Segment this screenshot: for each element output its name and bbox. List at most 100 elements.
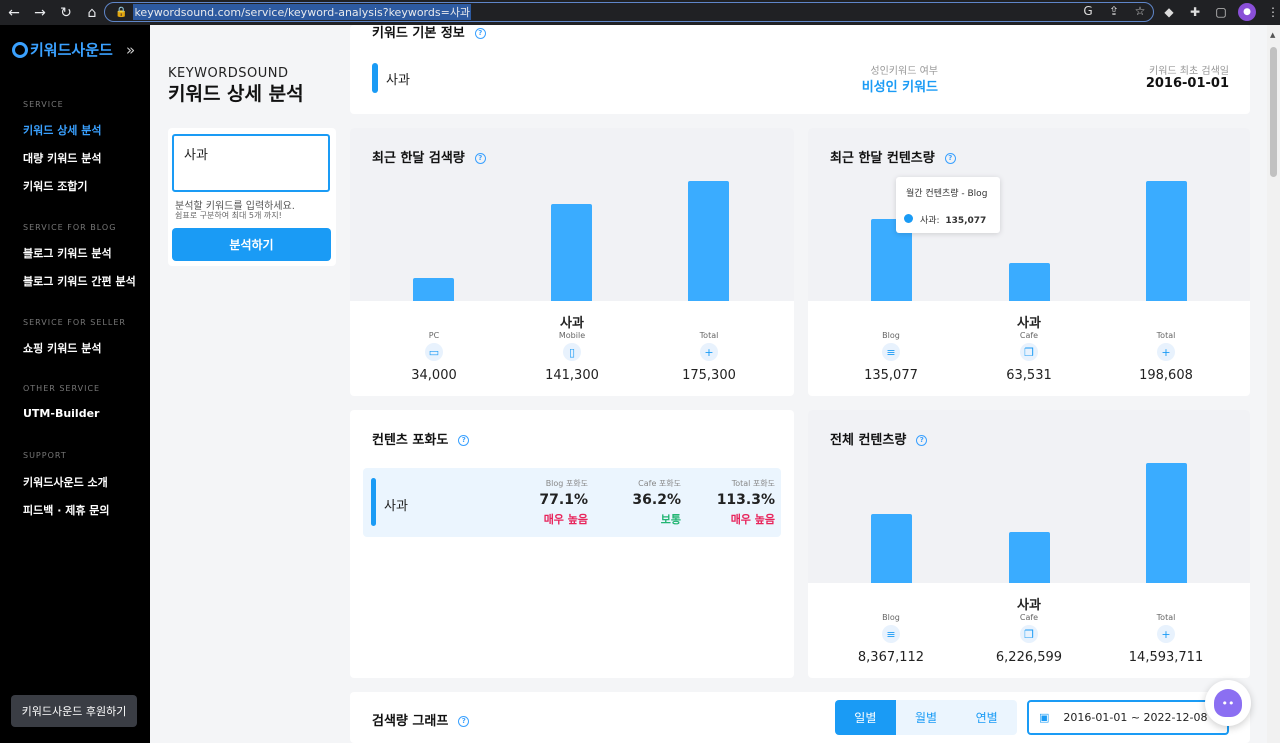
date-range-picker[interactable]: ▣ 2016-01-01 ~ 2022-12-08	[1027, 700, 1229, 735]
stat-label-cafe: Cafe	[1019, 613, 1039, 622]
keyword-basic-info-card: 키워드 기본 정보? 사과 성인키워드 여부 비성인 키워드 키워드 최초 검색…	[350, 25, 1250, 114]
back-icon[interactable]: ←	[2, 1, 26, 25]
content-volume-card: 최근 한달 컨텐츠량? 사과 Blog Cafe Total ≡ ❐ + 135…	[808, 128, 1250, 396]
bar-mobile[interactable]	[551, 204, 592, 301]
search-volume-title: 최근 한달 검색량?	[372, 147, 486, 166]
collapse-sidebar-icon[interactable]: »	[126, 41, 135, 59]
first-search-value: 2016-01-01	[1145, 76, 1229, 91]
search-card: 사과 분석할 키워드를 입력하세요. 쉼표로 구분하여 최대 5개 까지! 분석…	[168, 128, 336, 266]
copy-icon: ❐	[1020, 343, 1038, 361]
help-icon[interactable]: ?	[944, 153, 956, 164]
period-yearly-button[interactable]: 연별	[956, 700, 1017, 735]
total-content-chart: 전체 컨텐츠량?	[808, 410, 1250, 583]
sidebar-item-about[interactable]: 키워드사운드 소개	[23, 474, 108, 490]
section-service: SERVICE	[23, 100, 64, 109]
search-volume-card: 최근 한달 검색량? 사과 PC Mobile Total ▭ ▯ + 34,0…	[350, 128, 794, 396]
bar-total[interactable]	[1146, 463, 1187, 583]
help-icon[interactable]: ?	[458, 435, 470, 446]
total-saturation: Total 포화도 113.3% 매우 높음	[703, 478, 775, 527]
bar-total[interactable]	[1146, 181, 1187, 301]
period-monthly-button[interactable]: 월별	[895, 700, 957, 735]
sponsor-button[interactable]: 키워드사운드 후원하기	[11, 695, 137, 727]
section-other: OTHER SERVICE	[23, 384, 101, 393]
stat-label-total: Total	[1156, 613, 1176, 622]
menu-dots-icon[interactable]: ⋮	[1264, 3, 1280, 21]
file-plus-icon: +	[1157, 625, 1175, 643]
adult-value: 비성인 키워드	[861, 80, 938, 95]
home-icon[interactable]: ⌂	[80, 1, 104, 25]
total-content-keyword: 사과	[1017, 598, 1041, 613]
blog-saturation: Blog 포화도 77.1% 매우 높음	[523, 478, 588, 527]
search-volume-chart: 최근 한달 검색량?	[350, 128, 794, 301]
sidebar-item-keyword-combiner[interactable]: 키워드 조합기	[23, 178, 88, 194]
section-seller: SERVICE FOR SELLER	[23, 318, 126, 327]
basic-keyword: 사과	[386, 73, 410, 88]
page-scrollbar[interactable]: ▲	[1267, 25, 1280, 743]
bar-cafe[interactable]	[1009, 263, 1050, 301]
sidebar-item-keyword-detail[interactable]: 키워드 상세 분석	[23, 122, 102, 138]
chart-tooltip: 월간 컨텐츠량 - Blog 사과: 135,077	[896, 177, 1000, 233]
tooltip-series-dot	[904, 214, 913, 223]
stat-value-pc: 34,000	[411, 368, 457, 383]
sidebar-item-blog-keyword[interactable]: 블로그 키워드 분석	[23, 245, 112, 261]
bookmark-star-icon[interactable]: ☆	[1132, 4, 1148, 18]
stat-label-pc: PC	[428, 331, 440, 340]
google-icon[interactable]: G	[1080, 4, 1096, 18]
stat-label-blog: Blog	[882, 613, 900, 622]
monitor-icon: ▭	[425, 343, 443, 361]
tooltip-value: 사과: 135,077	[920, 216, 987, 226]
total-content-card: 전체 컨텐츠량? 사과 Blog Cafe Total ≡ ❐ + 8,367,…	[808, 410, 1250, 678]
content-volume-keyword: 사과	[1017, 316, 1041, 331]
sidebar-item-utm-builder[interactable]: UTM-Builder	[23, 407, 99, 420]
basic-info-title: 키워드 기본 정보?	[372, 25, 486, 41]
keyword-input[interactable]: 사과	[172, 134, 330, 192]
url-text: keywordsound.com/service/keyword-analysi…	[133, 4, 472, 20]
document-icon: ≡	[882, 343, 900, 361]
sidebar-item-bulk-keyword[interactable]: 대량 키워드 분석	[23, 150, 102, 166]
site-logo[interactable]: 키워드사운드	[12, 39, 113, 60]
bar-total[interactable]	[688, 181, 729, 301]
browser-toolbar: ← → ↻ ⌂ 🔒 keywordsound.com/service/keywo…	[0, 0, 1280, 25]
period-daily-button[interactable]: 일별	[835, 700, 896, 735]
forward-icon[interactable]: →	[28, 1, 52, 25]
scrollbar-thumb[interactable]	[1270, 47, 1277, 177]
help-icon[interactable]: ?	[458, 716, 470, 727]
grade-total: 매우 높음	[730, 513, 775, 526]
sidebar-item-feedback[interactable]: 피드백 · 제휴 문의	[23, 502, 110, 518]
puzzle-icon[interactable]: ✚	[1186, 3, 1204, 21]
stat-value-total: 14,593,711	[1128, 650, 1204, 665]
stat-value-cafe: 6,226,599	[995, 650, 1063, 665]
analyze-button[interactable]: 분석하기	[172, 228, 331, 261]
help-icon[interactable]: ?	[474, 28, 486, 39]
file-plus-icon: +	[1157, 343, 1175, 361]
date-range-text: 2016-01-01 ~ 2022-12-08	[1063, 711, 1208, 724]
page-title: 키워드 상세 분석	[168, 83, 304, 105]
reload-icon[interactable]: ↻	[54, 1, 78, 25]
profile-avatar-icon[interactable]: ●	[1238, 3, 1256, 21]
search-graph-title: 검색량 그래프?	[372, 710, 470, 729]
lock-icon: 🔒	[115, 6, 128, 18]
content-volume-chart: 최근 한달 컨텐츠량?	[808, 128, 1250, 301]
address-bar[interactable]: 🔒 keywordsound.com/service/keyword-analy…	[104, 2, 1154, 22]
chat-bot-button[interactable]: ••	[1205, 680, 1251, 726]
copy-icon: ❐	[1020, 625, 1038, 643]
sidebar-item-blog-quick[interactable]: 블로그 키워드 간편 분석	[23, 273, 136, 289]
extension-icon[interactable]: ◆	[1160, 3, 1178, 21]
logo-icon	[12, 41, 28, 58]
scroll-up-icon[interactable]: ▲	[1270, 31, 1275, 39]
bar-pc[interactable]	[413, 278, 454, 301]
cafe-saturation: Cafe 포화도 36.2% 보통	[613, 478, 681, 527]
keyword-accent-bar	[371, 478, 376, 526]
stat-value-total: 198,608	[1139, 368, 1193, 383]
sidepanel-icon[interactable]: ▢	[1212, 3, 1230, 21]
sidebar-item-shopping-keyword[interactable]: 쇼핑 키워드 분석	[23, 340, 102, 356]
help-icon[interactable]: ?	[916, 435, 928, 446]
bar-blog[interactable]	[871, 514, 912, 583]
help-icon[interactable]: ?	[474, 153, 486, 164]
stat-label-total: Total	[699, 331, 719, 340]
share-icon[interactable]: ⇪	[1106, 4, 1122, 18]
stat-value-total: 175,300	[682, 368, 736, 383]
saturation-row: 사과 Blog 포화도 77.1% 매우 높음 Cafe 포화도 36.2% 보…	[363, 468, 781, 537]
saturation-keyword: 사과	[384, 499, 408, 514]
bar-cafe[interactable]	[1009, 532, 1050, 583]
